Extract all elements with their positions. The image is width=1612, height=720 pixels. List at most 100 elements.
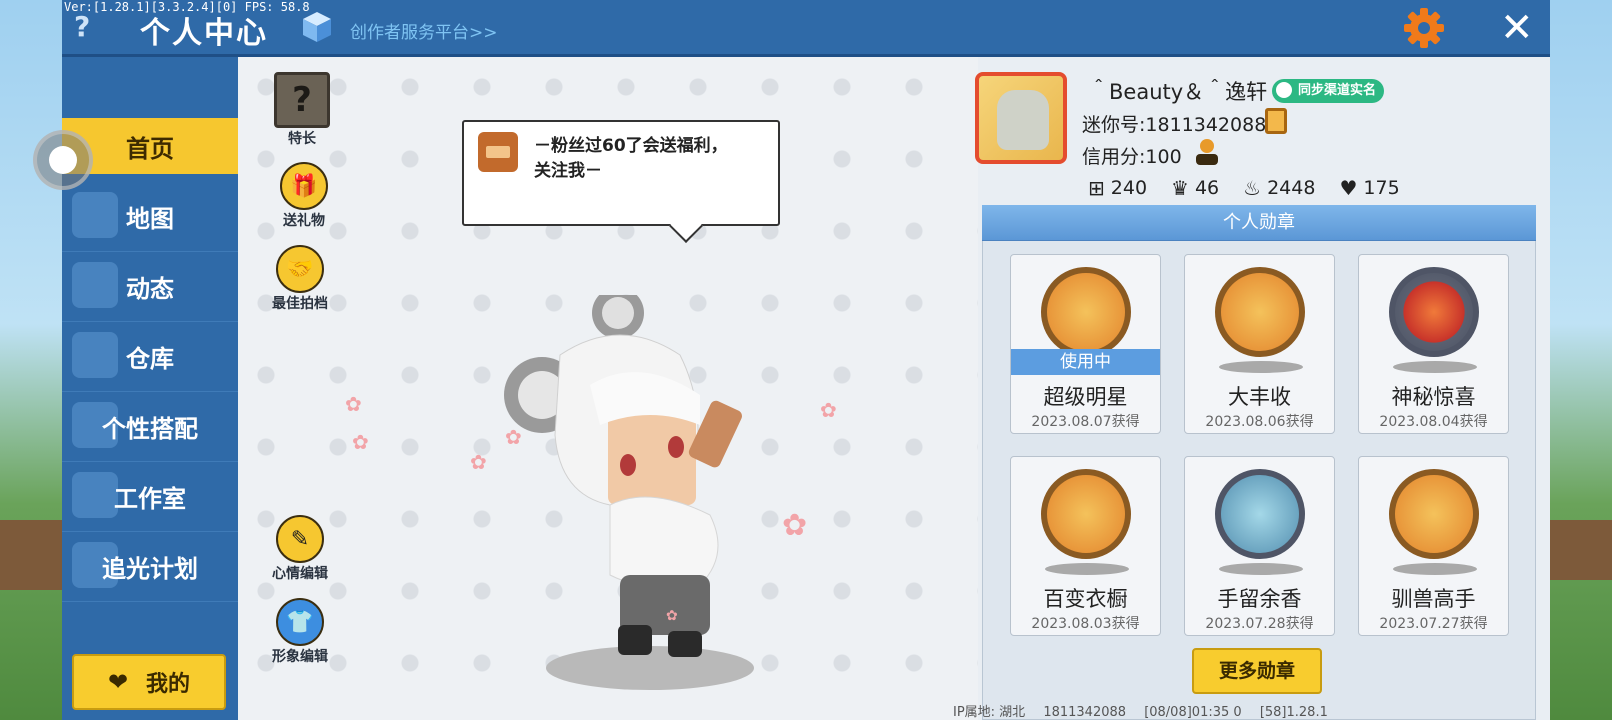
specialty-button[interactable]: ? 特长	[274, 72, 330, 148]
sidebar-item-label: 地图	[126, 205, 174, 233]
stat-added: ⊞ 240	[1088, 176, 1148, 200]
send-gift-button[interactable]: 🎁 送礼物	[280, 162, 328, 230]
stat-heat: ♨ 2448	[1243, 176, 1316, 200]
medal-card[interactable]: 百变衣橱 2023.08.03获得	[1010, 456, 1161, 636]
gear-icon[interactable]	[1402, 6, 1446, 50]
background-block	[1550, 520, 1612, 580]
medal-name: 超级明星	[1043, 385, 1128, 409]
handshake-icon: 🤝	[276, 245, 324, 293]
page-title: 个人中心	[140, 16, 268, 51]
medal-shadow	[1219, 563, 1303, 575]
medal-card[interactable]: 使用中 超级明星 2023.08.07获得	[1010, 254, 1161, 434]
medal-card[interactable]: 手留余香 2023.07.28获得	[1184, 456, 1335, 636]
mood-edit-button[interactable]: ✎ 心情编辑	[272, 515, 328, 583]
petal-decoration: ✿	[470, 450, 487, 474]
help-button[interactable]: ?	[74, 10, 90, 43]
studio-icon	[72, 472, 118, 518]
footer-info: IP属地: 湖北 1811342088 [08/08]01:35 0 [58]1…	[953, 701, 1342, 720]
medal-date: 2023.07.28获得	[1205, 616, 1314, 632]
petal-decoration: ✿	[505, 425, 522, 449]
question-block-icon: ?	[274, 72, 330, 128]
sidebar-item-map[interactable]: 地图	[62, 182, 238, 252]
sidebar-item-label: 个性搭配	[102, 415, 198, 443]
petal-decoration: ✿	[820, 398, 837, 422]
mood-speech-bubble[interactable]: －粉丝过60了会送福利， 关注我－	[462, 120, 780, 226]
medal-name: 手留余香	[1217, 587, 1302, 611]
avatar[interactable]	[975, 72, 1067, 164]
heart-icon: ♥	[1339, 176, 1358, 200]
best-partner-label: 最佳拍档	[272, 296, 328, 312]
superstar-medal-icon	[1041, 267, 1131, 357]
petal-decoration: ✿	[352, 430, 369, 454]
map-icon	[72, 192, 118, 238]
fire-icon: ♨	[1243, 176, 1262, 200]
medal-shadow	[1393, 361, 1477, 373]
credit-score: 信用分:100	[1082, 146, 1182, 168]
mood-text-line2: 关注我－	[534, 161, 602, 181]
mine-button[interactable]: ❤ 我的	[72, 654, 226, 710]
profile-stats: ⊞ 240 ♛ 46 ♨ 2448 ♥ 175	[1088, 176, 1424, 200]
mini-id: 迷你号:1811342088	[1082, 114, 1267, 136]
medal-name: 百变衣橱	[1043, 587, 1128, 611]
sidebar-item-label: 仓库	[126, 345, 174, 373]
mystery-gift-medal-icon	[1389, 267, 1479, 357]
credit-person-icon[interactable]	[1194, 138, 1220, 166]
medal-card[interactable]: 驯兽高手 2023.07.27获得	[1358, 456, 1509, 636]
gift-icon: 🎁	[280, 162, 328, 210]
medal-date: 2023.07.27获得	[1379, 616, 1488, 632]
medal-date: 2023.08.04获得	[1379, 414, 1488, 430]
edit-icon: ✎	[276, 515, 324, 563]
petal-decoration: ✿	[345, 392, 362, 416]
fans-icon: ♛	[1171, 176, 1189, 200]
sidebar-item-light-plan[interactable]: 追光计划	[62, 532, 238, 602]
sidebar-item-warehouse[interactable]: 仓库	[62, 322, 238, 392]
sidebar-item-label: 追光计划	[102, 555, 198, 583]
specialty-label: 特长	[288, 131, 316, 147]
sidebar-item-label: 首页	[126, 134, 174, 163]
medal-card[interactable]: 大丰收 2023.08.06获得	[1184, 254, 1335, 434]
sidebar-item-label: 工作室	[114, 485, 186, 513]
medal-shadow	[1045, 563, 1129, 575]
floating-toggle-button[interactable]	[33, 130, 93, 190]
frog-medal-icon	[1215, 469, 1305, 559]
outfit-icon: 👕	[276, 598, 324, 646]
footer-build: [58]1.28.1	[1259, 705, 1328, 720]
close-button[interactable]: ✕	[1500, 4, 1534, 52]
medal-name: 神秘惊喜	[1391, 385, 1476, 409]
medal-date: 2023.08.03获得	[1031, 616, 1140, 632]
tamer-medal-icon	[1389, 469, 1479, 559]
medal-shadow	[1393, 563, 1477, 575]
ip-location: IP属地: 湖北	[953, 705, 1026, 720]
medal-date: 2023.08.07获得	[1031, 414, 1140, 430]
sync-realname-badge[interactable]: 同步渠道实名	[1272, 79, 1385, 103]
creator-platform-link[interactable]: 创作者服务平台>>	[350, 18, 498, 43]
medal-panel-title: 个人勋章	[982, 205, 1536, 241]
medal-date: 2023.08.06获得	[1205, 414, 1314, 430]
background-block	[0, 520, 62, 590]
bell-icon	[72, 262, 118, 308]
sidebar-item-feed[interactable]: 动态	[62, 252, 238, 322]
medal-name: 大丰收	[1228, 385, 1291, 409]
petal-decoration: ✿	[782, 508, 808, 543]
more-medals-button[interactable]: 更多勋章	[1192, 648, 1322, 694]
mood-text-line1: －粉丝过60了会送福利，	[534, 136, 728, 156]
player-avatar[interactable]	[500, 295, 800, 695]
harvest-medal-icon	[1215, 267, 1305, 357]
medal-shadow	[1219, 361, 1303, 373]
avatar-edit-button[interactable]: 👕 形象编辑	[272, 598, 328, 666]
copy-icon[interactable]	[1265, 108, 1287, 134]
sidebar-item-studio[interactable]: 工作室	[62, 462, 238, 532]
medal-card[interactable]: 神秘惊喜 2023.08.04获得	[1358, 254, 1509, 434]
footer-uid: 1811342088	[1043, 705, 1127, 720]
send-gift-label: 送礼物	[283, 213, 325, 229]
avatar-edit-label: 形象编辑	[272, 649, 328, 665]
mood-edit-label: 心情编辑	[272, 566, 328, 582]
warehouse-icon	[72, 332, 118, 378]
plus-icon: ⊞	[1088, 176, 1105, 200]
sidebar-item-outfit[interactable]: 个性搭配	[62, 392, 238, 462]
in-use-badge: 使用中	[1011, 349, 1160, 375]
player-name: ＾Beauty＆＾逸轩	[1088, 80, 1268, 104]
wardrobe-medal-icon	[1041, 469, 1131, 559]
cube-icon	[303, 12, 331, 42]
best-partner-button[interactable]: 🤝 最佳拍档	[272, 245, 328, 313]
